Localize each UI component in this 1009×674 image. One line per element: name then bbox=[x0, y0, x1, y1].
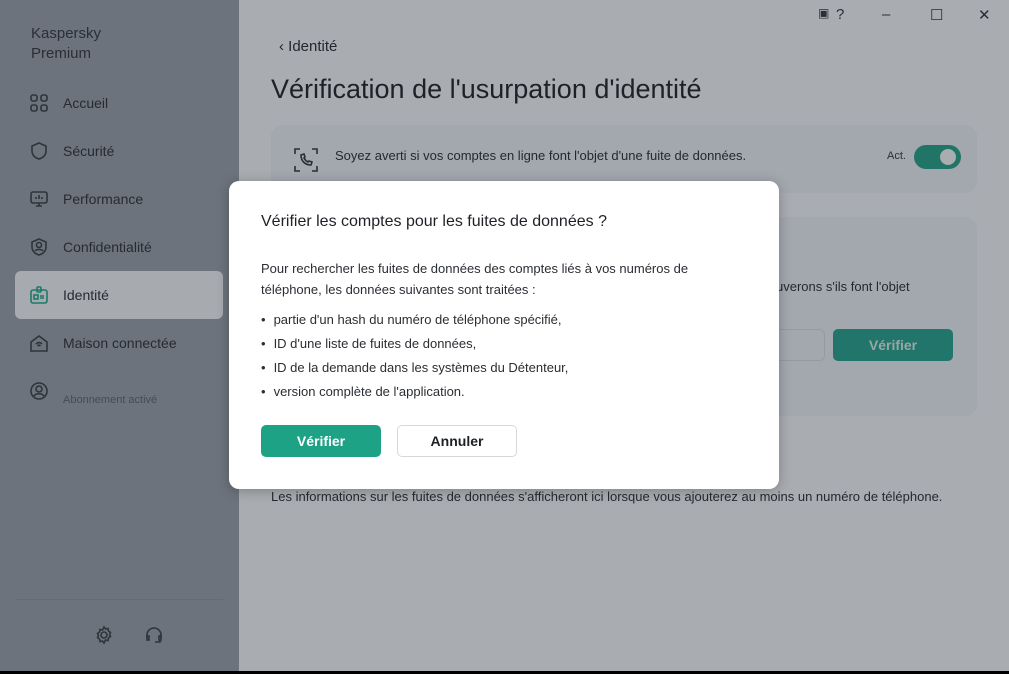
check-button[interactable]: Vérifier bbox=[833, 329, 953, 361]
account-item[interactable] bbox=[15, 367, 223, 415]
list-item: partie d'un hash du numéro de téléphone … bbox=[261, 309, 568, 333]
list-item: ID d'une liste de fuites de données, bbox=[261, 333, 568, 357]
page-title: Vérification de l'usurpation d'identité bbox=[271, 74, 702, 104]
sidebar-item-label: Maison connectée bbox=[63, 335, 177, 351]
grid-icon bbox=[30, 94, 48, 112]
list-item: version complète de l'application. bbox=[261, 381, 568, 405]
notify-text: Soyez averti si vos comptes en ligne fon… bbox=[335, 148, 747, 163]
shield-icon bbox=[31, 142, 47, 160]
dialog-title: Vérifier les comptes pour les fuites de … bbox=[261, 213, 607, 230]
cancel-button[interactable]: Annuler bbox=[397, 425, 517, 457]
app-window: Kaspersky Premium Accueil Sécurité Perfo… bbox=[0, 0, 1009, 671]
minimize-button[interactable]: – bbox=[882, 6, 890, 23]
data-list: partie d'un hash du numéro de téléphone … bbox=[261, 309, 569, 405]
privacy-shield-icon bbox=[31, 238, 47, 256]
divider bbox=[15, 599, 223, 600]
notify-toggle[interactable] bbox=[914, 145, 961, 169]
info-text: Les informations sur les fuites de donné… bbox=[271, 489, 943, 504]
chevron-left-icon: ‹ bbox=[279, 38, 289, 55]
sidebar-item-securite[interactable]: Sécurité bbox=[15, 127, 223, 175]
dialog-body: Pour rechercher les fuites de données de… bbox=[261, 261, 689, 297]
confirm-button[interactable]: Vérifier bbox=[261, 425, 381, 457]
screen-icon[interactable]: ▣ bbox=[818, 6, 829, 20]
sidebar-item-label: Identité bbox=[63, 287, 109, 303]
breadcrumb-label: Identité bbox=[288, 38, 338, 55]
smart-home-icon bbox=[30, 335, 48, 352]
confirm-dialog: Vérifier les comptes pour les fuites de … bbox=[229, 181, 779, 489]
sidebar-item-identite[interactable]: Identité bbox=[15, 271, 223, 319]
sidebar-item-label: Accueil bbox=[63, 95, 109, 111]
sidebar-item-maison-connectee[interactable]: Maison connectée bbox=[15, 319, 223, 367]
sidebar: Kaspersky Premium Accueil Sécurité Perfo… bbox=[0, 0, 239, 671]
close-button[interactable]: ✕ bbox=[978, 6, 991, 24]
maximize-button[interactable]: ☐ bbox=[930, 6, 943, 24]
sidebar-item-label: Confidentialité bbox=[63, 239, 152, 255]
card-description-partial: uverons s'ils font l'objet bbox=[776, 279, 910, 294]
user-icon bbox=[30, 382, 48, 400]
id-badge-icon bbox=[30, 286, 48, 304]
account-status: Abonnement activé bbox=[63, 394, 158, 406]
breadcrumb-back[interactable]: ‹ Identité bbox=[279, 38, 337, 55]
gear-icon[interactable] bbox=[94, 625, 114, 645]
phone-scan-icon bbox=[294, 148, 318, 172]
toggle-label: Act. bbox=[887, 150, 906, 162]
sidebar-item-label: Sécurité bbox=[63, 143, 115, 159]
sidebar-item-confidentialite[interactable]: Confidentialité bbox=[15, 223, 223, 271]
sidebar-item-label: Performance bbox=[63, 191, 144, 207]
help-button[interactable]: ? bbox=[836, 6, 844, 23]
brand: Kaspersky Premium bbox=[31, 25, 102, 62]
sidebar-item-performance[interactable]: Performance bbox=[15, 175, 223, 223]
sidebar-item-accueil[interactable]: Accueil bbox=[15, 79, 223, 127]
list-item: ID de la demande dans les systèmes du Dé… bbox=[261, 357, 569, 381]
headset-icon[interactable] bbox=[144, 625, 164, 645]
monitor-icon bbox=[30, 191, 48, 207]
